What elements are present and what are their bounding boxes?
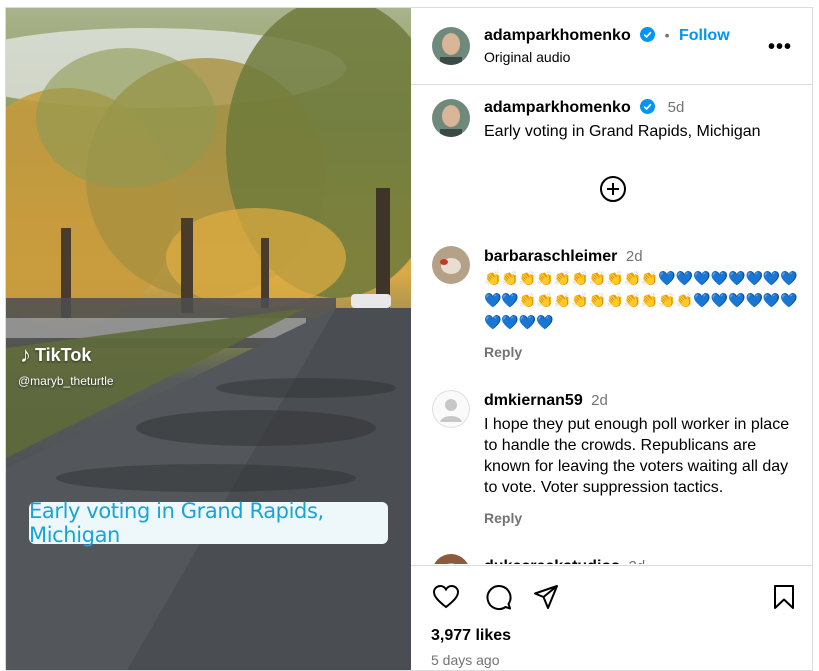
caption-username[interactable]: adamparkhomenko bbox=[484, 99, 631, 116]
comment-username[interactable]: barbaraschleimer bbox=[484, 248, 617, 265]
comment-header: barbaraschleimer 2d bbox=[484, 248, 643, 266]
comment-emoji-line: 💙💙💙💙 bbox=[484, 315, 554, 331]
comment-text: 👏👏👏👏👏👏👏👏👏👏💙💙💙💙💙💙💙💙 💙💙👏👏👏👏👏👏👏👏👏👏💙💙💙💙💙💙 💙💙… bbox=[484, 268, 804, 334]
video-player[interactable]: ♪ TikTok @maryb_theturtle Early voting i… bbox=[6, 8, 411, 670]
author-username[interactable]: adamparkhomenko bbox=[484, 27, 631, 44]
load-more-comments-icon[interactable] bbox=[600, 176, 626, 202]
author-avatar-image bbox=[432, 27, 470, 65]
post-header: adamparkhomenko • Follow Original audio … bbox=[411, 8, 812, 85]
tiktok-icon: ♪ bbox=[20, 342, 31, 367]
video-caption: Early voting in Grand Rapids, Michigan bbox=[29, 499, 388, 547]
comment-item: dmkiernan59 2d I hope they put enough po… bbox=[411, 384, 812, 534]
post-timestamp[interactable]: 5 days ago bbox=[431, 652, 500, 668]
tiktok-handle: @maryb_theturtle bbox=[18, 374, 114, 388]
comment-item: dukecreekstudios 2d bbox=[411, 548, 812, 564]
comment-username[interactable]: dukecreekstudios bbox=[484, 558, 620, 564]
tiktok-brand: TikTok bbox=[35, 344, 92, 365]
commenter-avatar[interactable] bbox=[432, 246, 470, 284]
comment-bubble-icon[interactable] bbox=[484, 583, 512, 611]
comment-header: dukecreekstudios 2d bbox=[484, 558, 645, 564]
save-bookmark-icon[interactable] bbox=[770, 583, 798, 611]
comment-username[interactable]: dmkiernan59 bbox=[484, 392, 583, 409]
comment-item: barbaraschleimer 2d 👏👏👏👏👏👏👏👏👏👏💙💙💙💙💙💙💙💙 💙… bbox=[411, 238, 812, 360]
post-side-panel: adamparkhomenko • Follow Original audio … bbox=[411, 8, 812, 670]
caption-avatar-image bbox=[432, 99, 470, 137]
commenter-avatar-image bbox=[432, 554, 470, 564]
caption-title-row: adamparkhomenko 5d bbox=[484, 99, 684, 117]
author-avatar[interactable] bbox=[432, 27, 470, 65]
comment-age: 2d bbox=[591, 392, 608, 409]
likes-count[interactable]: 3,977 likes bbox=[431, 627, 511, 645]
audio-label[interactable]: Original audio bbox=[484, 49, 570, 65]
verified-badge-icon bbox=[640, 99, 656, 114]
commenter-avatar-image bbox=[432, 246, 470, 284]
comment-emoji-line: 💙💙👏👏👏👏👏👏👏👏👏👏💙💙💙💙💙💙 bbox=[484, 293, 798, 309]
reply-button[interactable]: Reply bbox=[484, 344, 522, 360]
commenter-avatar[interactable] bbox=[432, 390, 470, 428]
comment-text: I hope they put enough poll worker in pl… bbox=[484, 416, 790, 496]
separator-dot: • bbox=[664, 27, 670, 43]
verified-badge-icon bbox=[640, 27, 656, 42]
caption-author-avatar[interactable] bbox=[432, 99, 470, 137]
post-actions-footer: 3,977 likes 5 days ago bbox=[411, 565, 812, 670]
more-options-button[interactable]: ••• bbox=[768, 36, 792, 59]
header-title-row: adamparkhomenko • Follow bbox=[484, 27, 730, 45]
comment-age: 2d bbox=[629, 558, 646, 564]
comment-header: dmkiernan59 2d bbox=[484, 392, 608, 410]
comments-list[interactable]: adamparkhomenko 5d Early voting in Grand… bbox=[411, 84, 812, 564]
commenter-avatar[interactable] bbox=[432, 554, 470, 564]
reply-button[interactable]: Reply bbox=[484, 510, 522, 526]
post-container: ♪ TikTok @maryb_theturtle Early voting i… bbox=[5, 7, 813, 671]
caption-text: Early voting in Grand Rapids, Michigan bbox=[484, 123, 761, 140]
default-avatar-icon bbox=[432, 390, 470, 428]
share-paper-plane-icon[interactable] bbox=[532, 583, 560, 611]
like-heart-icon[interactable] bbox=[432, 583, 460, 611]
caption-age: 5d bbox=[667, 99, 685, 116]
comment-age: 2d bbox=[625, 248, 643, 265]
follow-button[interactable]: Follow bbox=[679, 27, 730, 44]
tiktok-watermark: ♪ TikTok bbox=[20, 342, 91, 368]
video-frame bbox=[6, 8, 411, 670]
comment-emoji-line: 👏👏👏👏👏👏👏👏👏👏💙💙💙💙💙💙💙💙 bbox=[484, 271, 798, 287]
